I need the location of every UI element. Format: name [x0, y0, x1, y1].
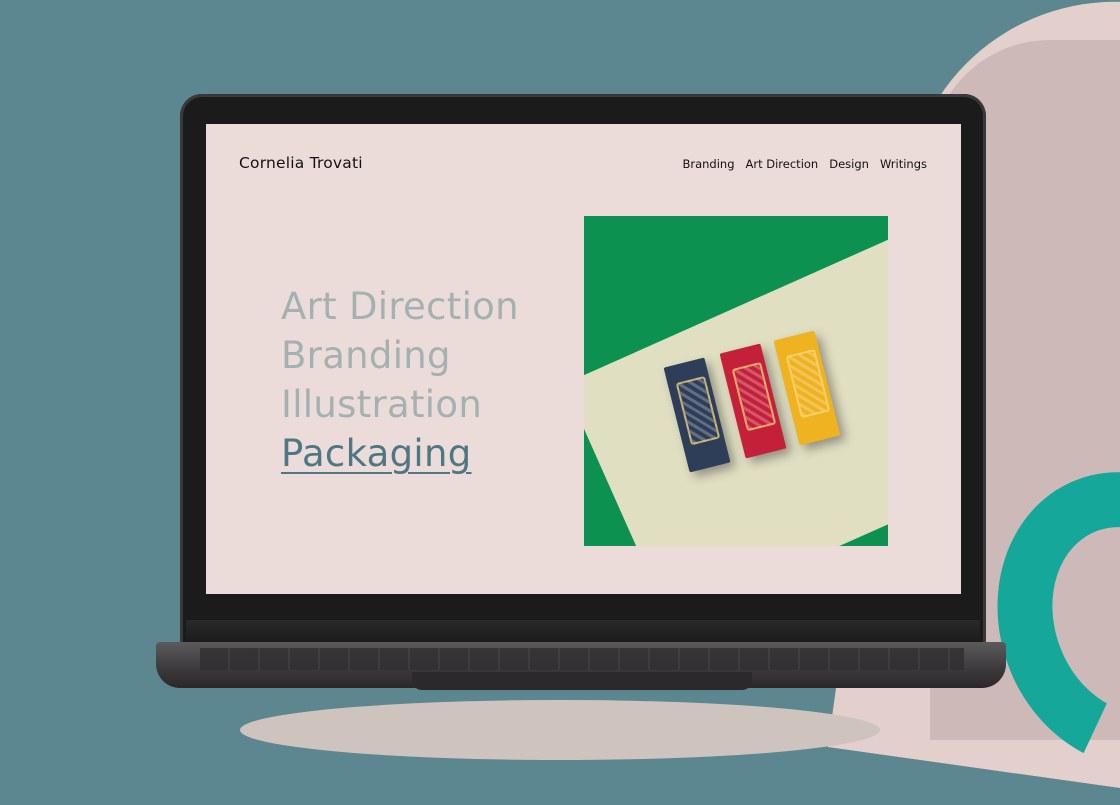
- laptop-screen: Cornelia Trovati Branding Art Direction …: [206, 124, 961, 594]
- nav-item-art-direction[interactable]: Art Direction: [746, 157, 819, 171]
- packaging-photo: [584, 216, 888, 546]
- services-list: Art Direction Branding Illustration Pack…: [281, 286, 519, 474]
- background-stone: [240, 700, 880, 760]
- laptop-keyboard: [200, 648, 964, 670]
- service-packaging[interactable]: Packaging: [281, 433, 519, 474]
- nav-item-writings[interactable]: Writings: [880, 157, 927, 171]
- laptop-hinge: [186, 620, 980, 644]
- service-illustration[interactable]: Illustration: [281, 384, 519, 425]
- main-nav: Branding Art Direction Design Writings: [682, 157, 927, 171]
- nav-item-branding[interactable]: Branding: [682, 157, 734, 171]
- site-logo[interactable]: Cornelia Trovati: [239, 154, 363, 172]
- laptop-trackpad-notch: [412, 672, 752, 690]
- service-art-direction[interactable]: Art Direction: [281, 286, 519, 327]
- service-branding[interactable]: Branding: [281, 335, 519, 376]
- nav-item-design[interactable]: Design: [829, 157, 869, 171]
